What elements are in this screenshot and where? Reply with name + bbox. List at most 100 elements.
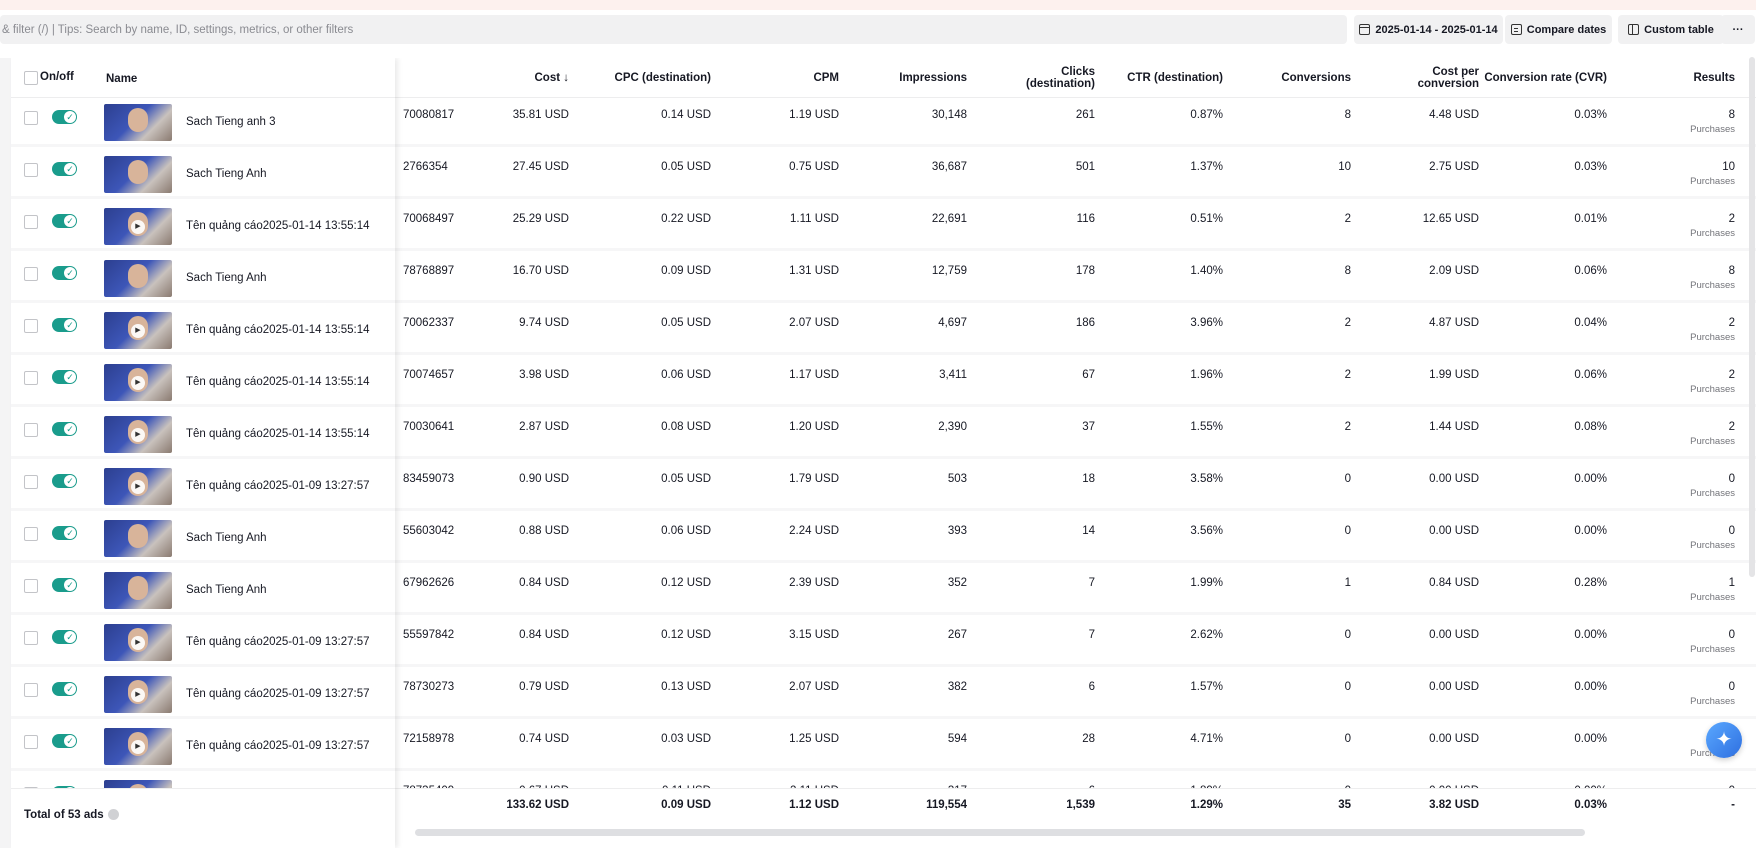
cell-impressions: 393 [947,525,967,537]
cell-clicks: 14 [1082,525,1095,537]
row-checkbox[interactable] [24,475,38,489]
ad-name[interactable]: Tên quảng cáo2025-01-09 13:27:57 [186,740,370,752]
cell-cpm: 1.11 USD [789,213,839,225]
custom-table-button[interactable]: Custom table [1618,15,1724,44]
header-cpm[interactable]: CPM [716,58,839,98]
row-checkbox[interactable] [24,631,38,645]
ad-name[interactable]: Tên quảng cáo2025-01-09 13:27:57 [186,688,370,700]
status-toggle[interactable] [52,318,77,332]
ad-thumbnail[interactable]: ▶ [104,364,172,401]
ad-thumbnail[interactable] [104,572,172,609]
results-label: Purchases [1690,436,1735,447]
search-input[interactable]: & filter (/) | Tips: Search by name, ID,… [0,15,1347,44]
row-checkbox[interactable] [24,111,38,125]
status-toggle[interactable] [52,214,77,228]
ad-name[interactable]: Sach Tieng Anh [186,168,267,180]
compare-dates-button[interactable]: Compare dates [1505,15,1612,44]
ad-name[interactable]: Sach Tieng Anh [186,584,267,596]
header-results[interactable]: Results [1611,58,1735,98]
cell-impressions: 4,697 [938,317,967,329]
total-results: - [1731,799,1735,811]
row-checkbox[interactable] [24,319,38,333]
cell-ctr: 4.71% [1190,733,1223,745]
header-name[interactable]: Name [106,73,137,85]
status-toggle[interactable] [52,474,77,488]
status-toggle[interactable] [52,266,77,280]
info-icon[interactable] [107,809,119,820]
results-value: 0 [1728,629,1735,641]
table-gutter [0,58,11,848]
row-checkbox[interactable] [24,579,38,593]
ad-name[interactable]: Sach Tieng Anh [186,532,267,544]
ad-name[interactable]: Tên quảng cáo2025-01-09 13:27:57 [186,480,370,492]
ad-thumbnail[interactable]: ▶ [104,312,172,349]
ad-thumbnail[interactable]: ▶ [104,468,172,505]
date-range-button[interactable]: 2025-01-14 - 2025-01-14 [1354,15,1503,44]
header-impressions[interactable]: Impressions [841,58,967,98]
status-toggle[interactable] [52,370,77,384]
ad-thumbnail[interactable] [104,156,172,193]
cell-conversions: 0 [1344,629,1351,641]
row-checkbox[interactable] [24,163,38,177]
frozen-row: Sach Tieng Anh [11,514,395,563]
ad-name[interactable]: Tên quảng cáo2025-01-14 13:55:14 [186,428,370,440]
ad-name[interactable]: Tên quảng cáo2025-01-14 13:55:14 [186,324,370,336]
cell-cvr: 0.00% [1574,473,1607,485]
status-toggle[interactable] [52,682,77,696]
horizontal-scrollbar[interactable] [415,829,1585,836]
cell-cvr: 0.03% [1574,161,1607,173]
ad-name[interactable]: Sach Tieng Anh [186,272,267,284]
cell-cpm: 0.75 USD [789,161,839,173]
ad-name[interactable]: Sach Tieng anh 3 [186,116,276,128]
row-checkbox[interactable] [24,215,38,229]
header-clicks[interactable]: Clicks (destination) [1015,58,1095,98]
ad-name[interactable]: Tên quảng cáo2025-01-09 13:27:57 [186,636,370,648]
ad-thumbnail[interactable]: ▶ [104,208,172,245]
select-all-checkbox[interactable] [24,71,38,85]
ad-thumbnail[interactable]: ▶ [104,728,172,765]
row-checkbox[interactable] [24,735,38,749]
header-onoff[interactable]: On/off [40,71,74,83]
frozen-row: ▶ Tên quảng cáo2025-01-09 13:27:57 [11,462,395,511]
header-cpc[interactable]: CPC (destination) [571,58,711,98]
ad-thumbnail[interactable]: ▶ [104,624,172,661]
row-checkbox[interactable] [24,267,38,281]
cell-cpc: 0.12 USD [661,629,711,641]
cell-cvr: 0.03% [1574,109,1607,121]
ad-thumbnail[interactable]: ▶ [104,416,172,453]
row-checkbox[interactable] [24,527,38,541]
cell-conversions: 2 [1344,421,1351,433]
ad-name[interactable]: Tên quảng cáo2025-01-14 13:55:14 [186,220,370,232]
ad-thumbnail[interactable] [104,104,172,141]
cell-conversions: 0 [1344,525,1351,537]
status-toggle[interactable] [52,526,77,540]
header-cost[interactable]: Cost ↓ [399,58,570,98]
header-conversions[interactable]: Conversions [1225,58,1351,98]
status-toggle[interactable] [52,578,77,592]
row-checkbox[interactable] [24,423,38,437]
ad-name[interactable]: Tên quảng cáo2025-01-14 13:55:14 [186,376,370,388]
cell-impressions: 30,148 [931,109,967,121]
cell-cvr: 0.00% [1574,681,1607,693]
results-label: Purchases [1690,176,1735,187]
cell-cvr: 0.06% [1574,369,1607,381]
status-toggle[interactable] [52,630,77,644]
header-cost-per-conversion[interactable]: Cost per conversion [1401,58,1479,98]
sparkle-icon[interactable]: ✦ [1706,722,1742,758]
more-options-button[interactable]: ··· [1721,15,1755,44]
row-checkbox[interactable] [24,371,38,385]
cell-cost: 35.81 USD [512,109,569,121]
ad-thumbnail[interactable] [104,520,172,557]
status-toggle[interactable] [52,110,77,124]
status-toggle[interactable] [52,734,77,748]
row-checkbox[interactable] [24,683,38,697]
status-toggle[interactable] [52,422,77,436]
cell-impressions: 352 [947,577,967,589]
ad-thumbnail[interactable] [104,260,172,297]
header-cvr[interactable]: Conversion rate (CVR) [1481,58,1607,98]
header-ctr[interactable]: CTR (destination) [1097,58,1223,98]
cell-clicks: 37 [1082,421,1095,433]
ad-thumbnail[interactable]: ▶ [104,676,172,713]
vertical-scrollbar[interactable] [1749,57,1755,577]
status-toggle[interactable] [52,162,77,176]
